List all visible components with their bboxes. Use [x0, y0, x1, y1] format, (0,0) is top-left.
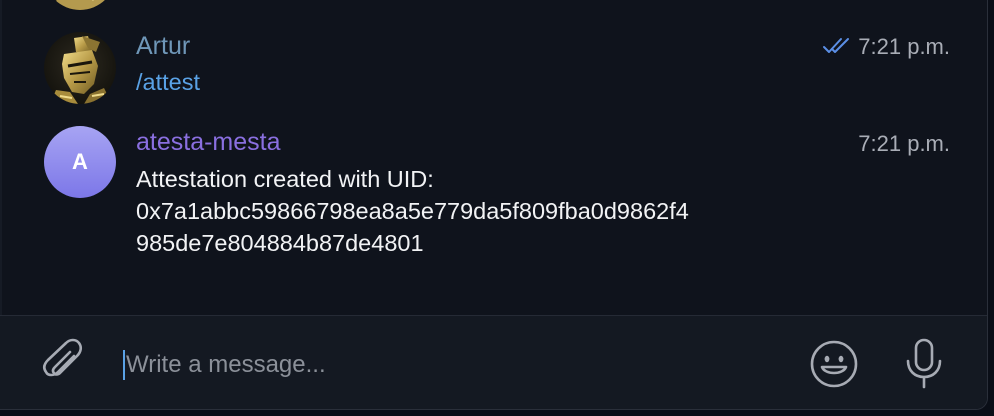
- paperclip-icon: [42, 338, 86, 391]
- message-atesta-mesta[interactable]: A atesta-mesta 7:21 p.m. Attestation cre…: [0, 124, 987, 274]
- message-input[interactable]: [122, 346, 786, 384]
- message-composer: [0, 315, 987, 409]
- message-list[interactable]: Artur /attest 7:21 p.m. A atesta-mesta 7…: [0, 0, 987, 315]
- voice-button[interactable]: [900, 338, 948, 394]
- command-text[interactable]: /attest: [136, 66, 200, 98]
- message-text-line-1: Attestation created with UID:: [136, 166, 434, 192]
- artur-avatar[interactable]: [44, 32, 116, 104]
- sender-name-artur[interactable]: Artur: [136, 31, 190, 61]
- message-artur[interactable]: Artur /attest 7:21 p.m.: [0, 28, 987, 108]
- avatar-letter: A: [72, 149, 88, 174]
- message-time-artur: 7:21 p.m.: [822, 33, 950, 62]
- sender-name-bot[interactable]: atesta-mesta: [136, 127, 281, 157]
- previous-message-avatar: [44, 0, 116, 10]
- bot-avatar[interactable]: A: [44, 126, 116, 198]
- emoji-button[interactable]: [806, 340, 862, 392]
- smiley-icon: [809, 339, 859, 394]
- message-text-line-3: 985de7e804884b87de4801: [136, 230, 424, 256]
- double-check-icon: [822, 34, 852, 62]
- message-time-bot: 7:21 p.m.: [858, 131, 950, 156]
- microphone-icon: [904, 337, 944, 396]
- time-label: 7:21 p.m.: [858, 34, 950, 59]
- chat-window: Artur /attest 7:21 p.m. A atesta-mesta 7…: [0, 0, 988, 410]
- message-text-line-2: 0x7a1abbc59866798ea8a5e779da5f809fba0d98…: [136, 198, 689, 224]
- attach-button[interactable]: [40, 338, 88, 391]
